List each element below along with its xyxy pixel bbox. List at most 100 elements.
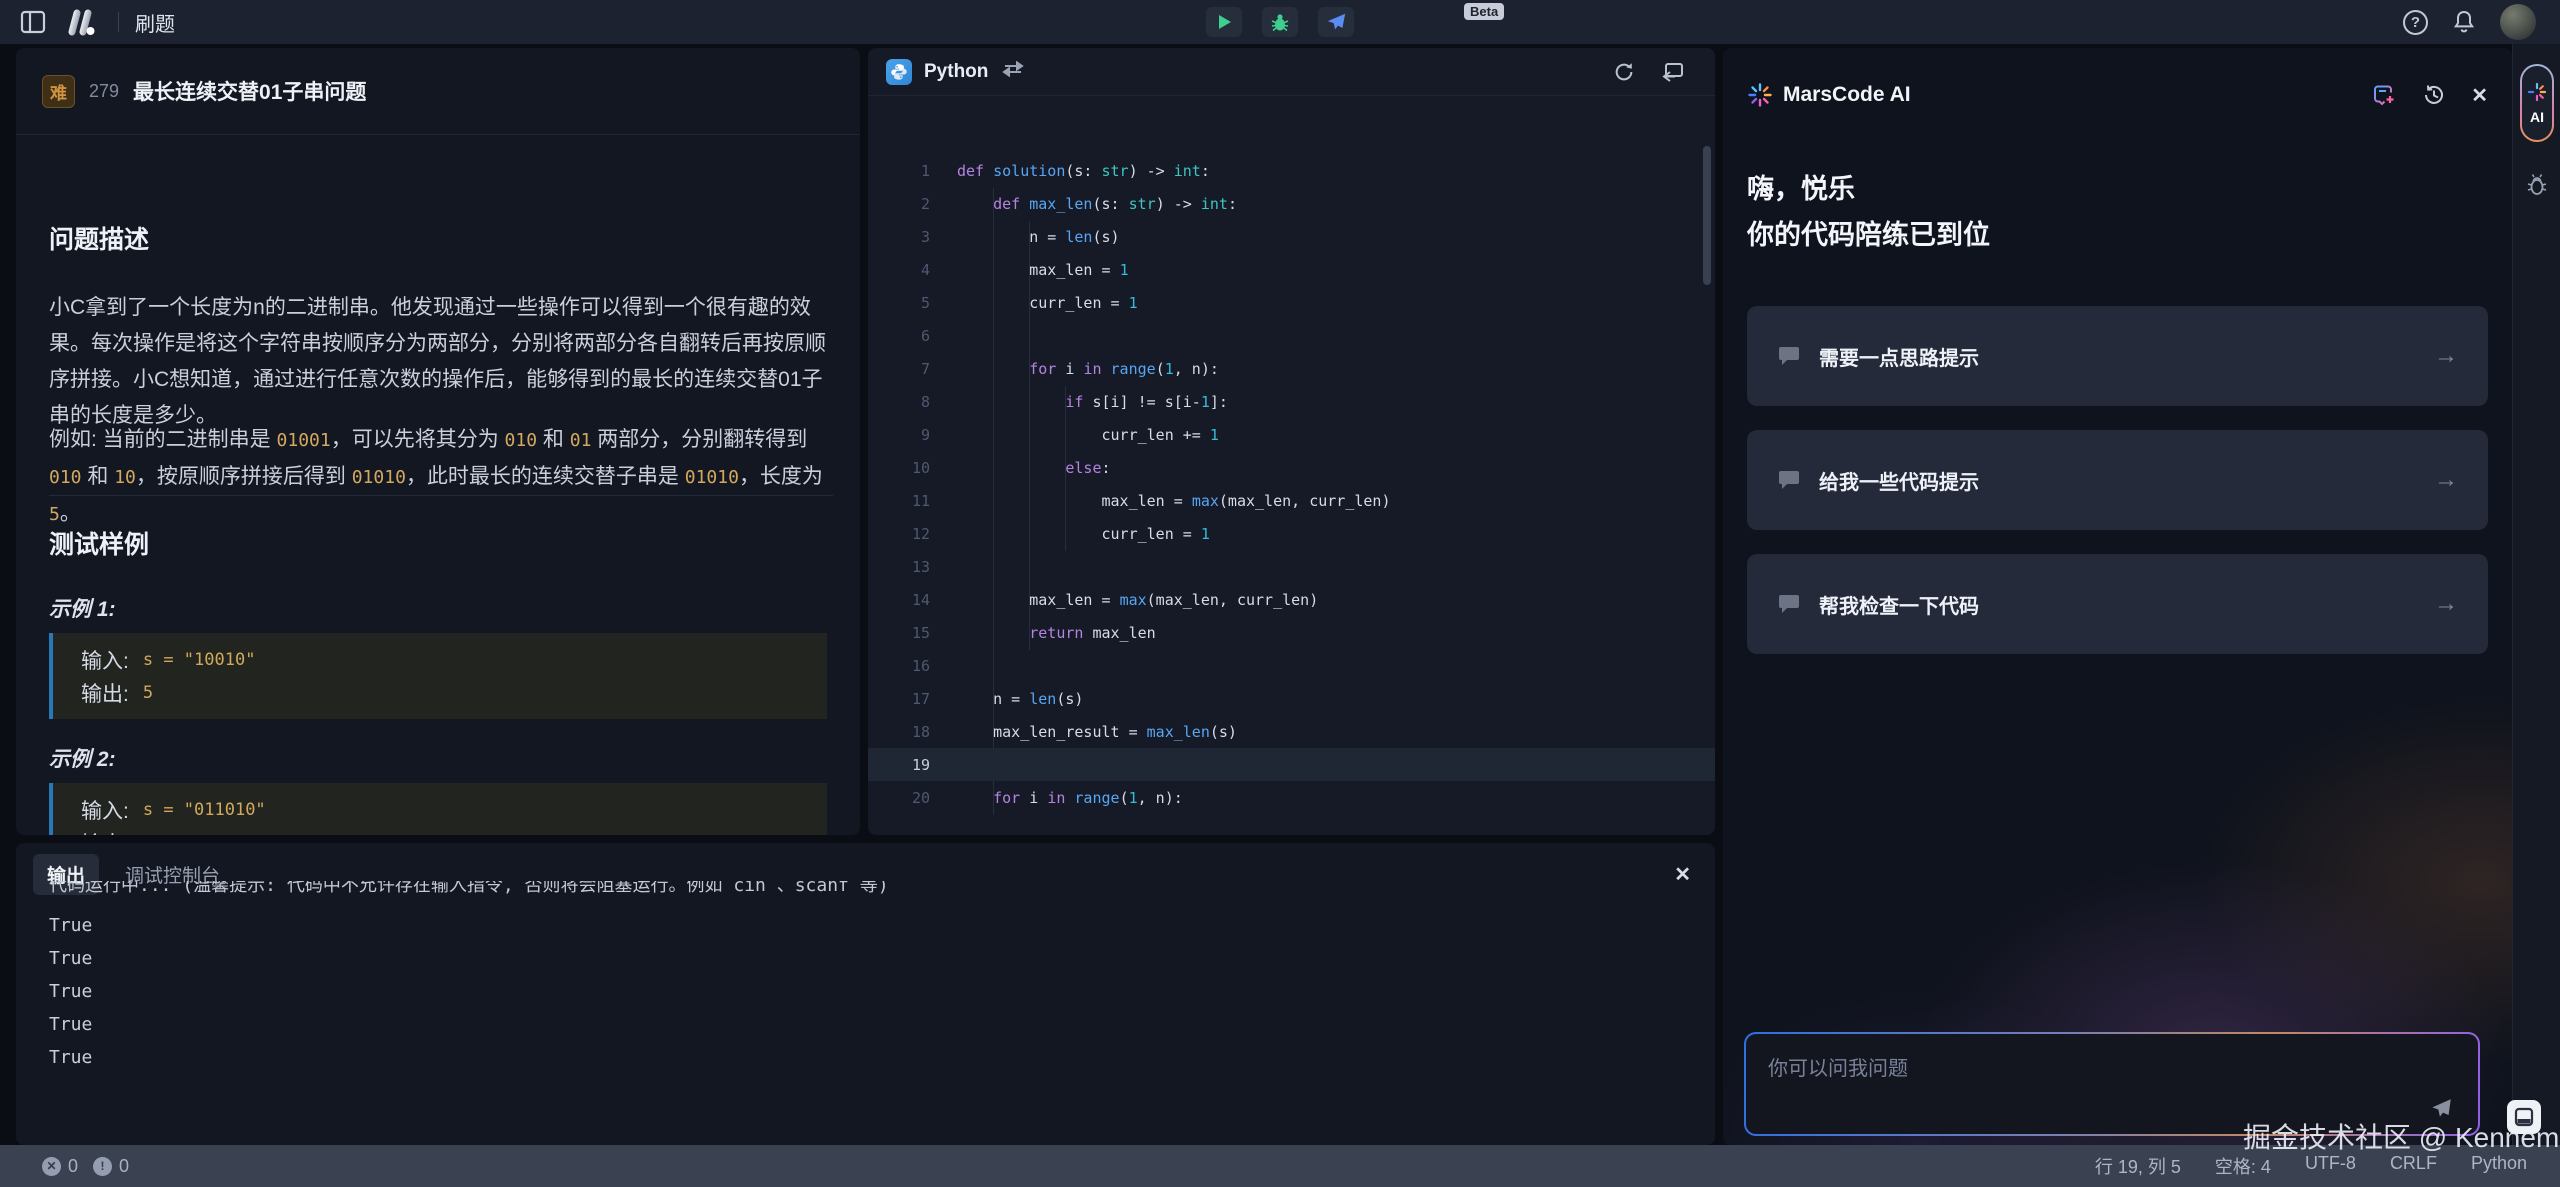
line-number: 15	[868, 624, 957, 642]
ai-rail-label: AI	[2530, 109, 2544, 125]
code-text: max_len = max(max_len, curr_len)	[957, 591, 1318, 609]
errors-icon[interactable]: ✕	[42, 1157, 61, 1176]
code-line[interactable]: 1def solution(s: str) -> int:	[868, 154, 1715, 187]
watermark: 掘金技术社区 @ Kennem	[2243, 1116, 2559, 1156]
inline-text: 。	[60, 502, 81, 525]
inline-code: 01	[570, 430, 592, 451]
code-text: curr_len += 1	[957, 426, 1219, 444]
suggestion-label: 需要一点思路提示	[1819, 342, 1979, 371]
code-line[interactable]: 6	[868, 319, 1715, 352]
right-rail: AI	[2512, 44, 2560, 1145]
problem-panel: 难 279 最长连续交替01子串问题 问题描述 小C拿到了一个长度为n的二进制串…	[16, 48, 860, 835]
console-body: 代码运行中... (温馨提示: 代码中不允许存在输入指令, 否则将会阻塞运行。例…	[49, 881, 1695, 1141]
code-line[interactable]: 5 curr_len = 1	[868, 286, 1715, 319]
inline-code: 10	[114, 467, 136, 488]
code-line[interactable]: 12 curr_len = 1	[868, 517, 1715, 550]
code-text: for i in range(1, n):	[957, 360, 1219, 378]
code-line[interactable]: 17 n = len(s)	[868, 682, 1715, 715]
history-icon[interactable]	[2421, 82, 2447, 108]
line-number: 17	[868, 690, 957, 708]
code-line[interactable]: 4 max_len = 1	[868, 253, 1715, 286]
vertical-scrollbar[interactable]	[1703, 146, 1711, 285]
code-line[interactable]: 20 for i in range(1, n):	[868, 781, 1715, 814]
inline-code: 01001	[277, 430, 331, 451]
new-chat-icon[interactable]	[2371, 82, 2397, 108]
inline-code: 01010	[685, 467, 739, 488]
line-ending[interactable]: CRLF	[2390, 1153, 2437, 1179]
line-number: 3	[868, 228, 957, 246]
code-line[interactable]: 2 def max_len(s: str) -> int:	[868, 187, 1715, 220]
help-icon[interactable]: ?	[2403, 10, 2428, 35]
editor-body[interactable]: 1def solution(s: str) -> int:2 def max_l…	[868, 96, 1715, 835]
problem-title: 最长连续交替01子串问题	[133, 76, 366, 106]
code-line[interactable]: 14 max_len = max(max_len, curr_len)	[868, 583, 1715, 616]
editor-language[interactable]: Python	[924, 61, 988, 83]
code-line[interactable]: 8 if s[i] != s[i-1]:	[868, 385, 1715, 418]
code-line[interactable]: 16	[868, 649, 1715, 682]
sample-output-label: 输出:	[81, 678, 129, 708]
run-button[interactable]	[1206, 7, 1242, 37]
topbar-divider	[118, 12, 119, 32]
problem-paragraph-1: 小C拿到了一个长度为n的二进制串。他发现通过一些操作可以得到一个很有趣的效果。每…	[49, 290, 831, 434]
code-text: if s[i] != s[i-1]:	[957, 393, 1228, 411]
code-text: else:	[957, 459, 1111, 477]
code-lines: 1def solution(s: str) -> int:2 def max_l…	[868, 96, 1715, 814]
play-icon	[1214, 12, 1234, 32]
code-line[interactable]: 11 max_len = max(max_len, curr_len)	[868, 484, 1715, 517]
reset-code-icon[interactable]	[1661, 61, 1685, 83]
sample-2-block: 输入:s = "011010" 输出:4	[49, 783, 827, 835]
code-line[interactable]: 7 for i in range(1, n):	[868, 352, 1715, 385]
code-text: def solution(s: str) -> int:	[957, 162, 1210, 180]
ai-greeting-line2: 你的代码陪练已到位	[1747, 212, 1990, 258]
code-text: def max_len(s: str) -> int:	[957, 195, 1237, 213]
editor-panel: Python 1def solution(s: str) -> int:2 de…	[868, 48, 1715, 835]
sample-1-block: 输入:s = "10010" 输出:5	[49, 633, 827, 719]
refresh-icon[interactable]	[1613, 61, 1635, 83]
code-line[interactable]: 19	[868, 748, 1715, 781]
line-number: 20	[868, 789, 957, 807]
problem-id: 279	[89, 81, 119, 102]
debug-button[interactable]	[1262, 7, 1298, 37]
user-avatar[interactable]	[2500, 4, 2536, 40]
marscode-logo-icon[interactable]	[62, 7, 102, 37]
code-line[interactable]: 18 max_len_result = max_len(s)	[868, 715, 1715, 748]
ai-suggestion-card-1[interactable]: 需要一点思路提示 →	[1747, 306, 2488, 406]
bell-icon[interactable]	[2452, 9, 2476, 35]
code-line[interactable]: 15 return max_len	[868, 616, 1715, 649]
suggestion-label: 帮我检查一下代码	[1819, 590, 1979, 619]
problem-header: 难 279 最长连续交替01子串问题	[16, 48, 860, 135]
warnings-count: 0	[119, 1156, 129, 1177]
sidebar-toggle-icon[interactable]	[20, 10, 46, 34]
encoding[interactable]: UTF-8	[2305, 1153, 2356, 1179]
swap-language-icon[interactable]	[1002, 61, 1024, 82]
ai-rail-button[interactable]: AI	[2520, 64, 2554, 142]
topbar: 刷题 Beta ?	[0, 0, 2560, 44]
indent-setting[interactable]: 空格: 4	[2215, 1153, 2271, 1179]
ai-suggestion-card-3[interactable]: 帮我检查一下代码→	[1747, 554, 2488, 654]
arrow-right-icon: →	[2434, 342, 2458, 370]
description-heading: 问题描述	[49, 220, 149, 256]
line-number: 10	[868, 459, 957, 477]
line-number: 6	[868, 327, 957, 345]
code-line[interactable]: 3 n = len(s)	[868, 220, 1715, 253]
line-number: 1	[868, 162, 957, 180]
language-mode[interactable]: Python	[2471, 1153, 2527, 1179]
sample-output-value: 4	[143, 833, 153, 836]
submit-button[interactable]: Beta	[1318, 7, 1354, 37]
cursor-position[interactable]: 行 19, 列 5	[2095, 1153, 2181, 1179]
close-ai-panel-icon[interactable]: ✕	[2471, 83, 2488, 108]
code-line[interactable]: 10 else:	[868, 451, 1715, 484]
samples-heading: 测试样例	[49, 525, 149, 561]
code-line[interactable]: 9 curr_len += 1	[868, 418, 1715, 451]
inline-text: ，长度为	[739, 465, 823, 488]
warnings-icon[interactable]: !	[93, 1157, 112, 1176]
console-output-line: True	[49, 975, 1695, 1008]
ai-suggestion-card-2[interactable]: 给我一些代码提示→	[1747, 430, 2488, 530]
console-output-line: True	[49, 942, 1695, 975]
chat-bubble-icon	[1777, 344, 1801, 368]
debug-rail-icon[interactable]	[2525, 172, 2549, 198]
code-line[interactable]: 13	[868, 550, 1715, 583]
sample-2-label: 示例 2:	[49, 743, 116, 773]
console-hint: 代码运行中... (温馨提示: 代码中不允许存在输入指令, 否则将会阻塞运行。例…	[49, 881, 1695, 897]
sample-1-label: 示例 1:	[49, 593, 116, 623]
